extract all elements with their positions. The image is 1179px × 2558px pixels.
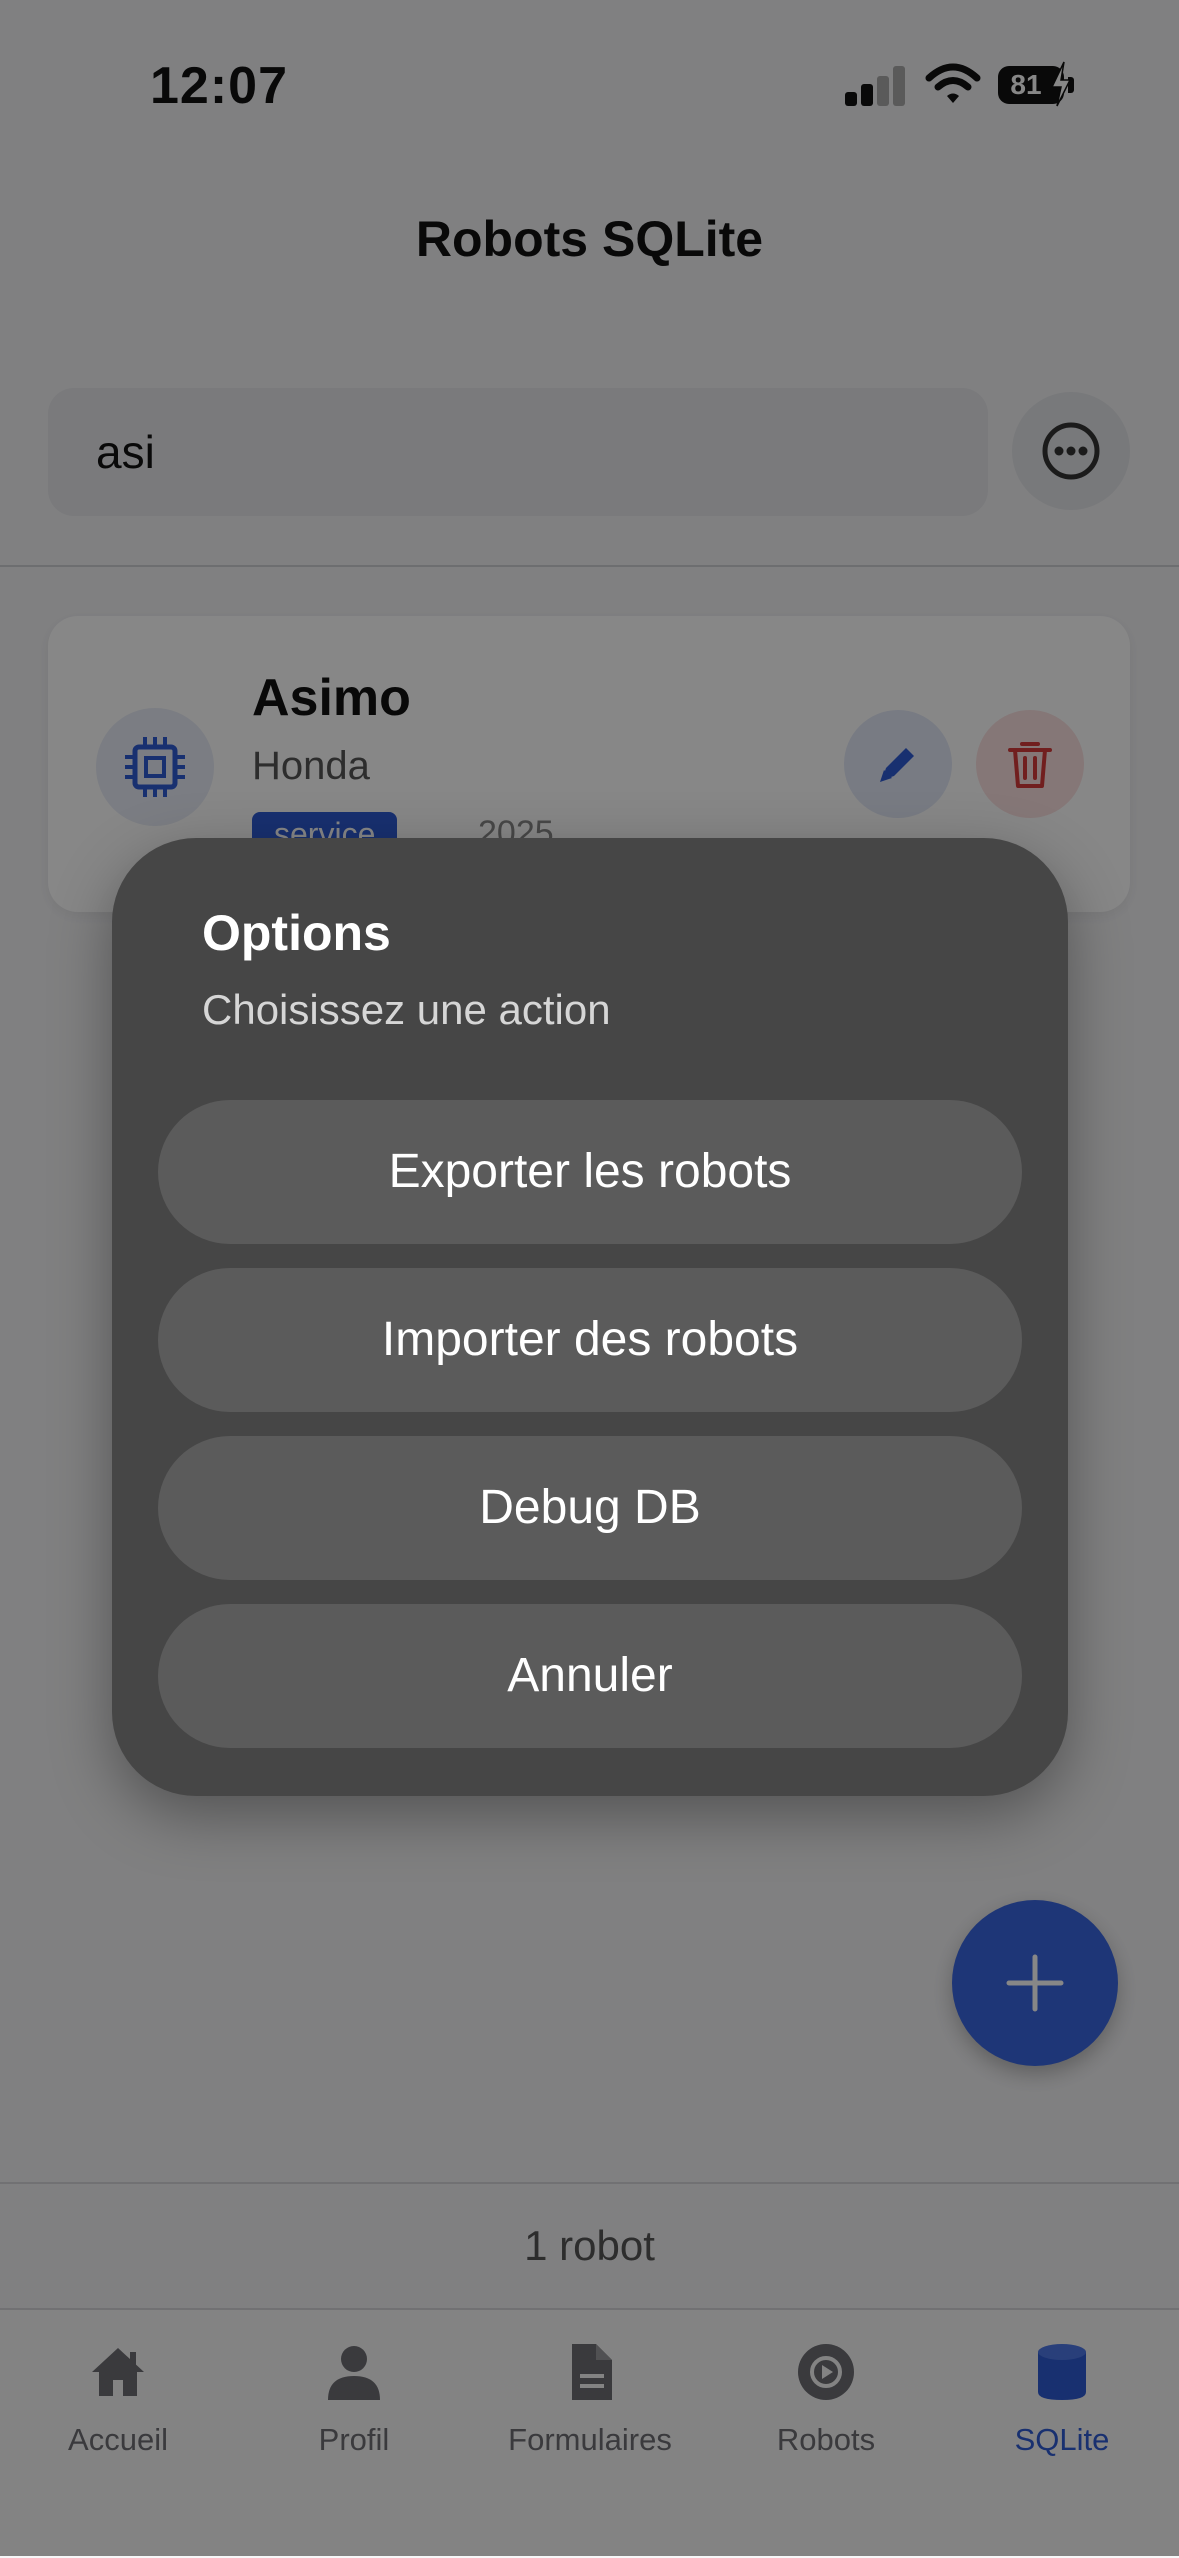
dialog-subtitle: Choisissez une action (202, 986, 611, 1033)
export-robots-button[interactable]: Exporter les robots (158, 1100, 1022, 1244)
options-dialog: Options Choisissez une action Exporter l… (112, 838, 1068, 1796)
dialog-title: Options (202, 905, 391, 961)
import-robots-button[interactable]: Importer des robots (158, 1268, 1022, 1412)
debug-db-button[interactable]: Debug DB (158, 1436, 1022, 1580)
cancel-button[interactable]: Annuler (158, 1604, 1022, 1748)
sqlite-screen: 12:07 81 Robots SQLite asi Asimo Honda s… (0, 0, 1179, 2558)
